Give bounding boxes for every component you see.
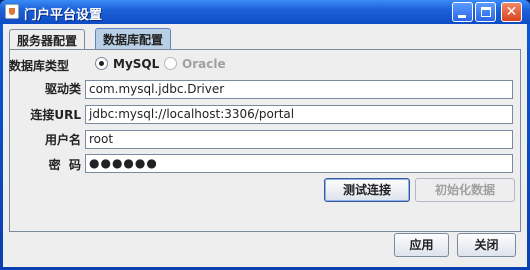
db-type-label: 数据库类型 (9, 59, 70, 73)
driver-label: 驱动类 (44, 82, 81, 96)
driver-field[interactable]: com.mysql.jdbc.Driver (85, 80, 513, 99)
init-data-button[interactable]: 初始化数据 (415, 178, 515, 202)
window-content: 服务器配置 数据库配置 数据库类型 MySQL Oracle 驱动类 com.m… (3, 24, 527, 267)
test-connection-button[interactable]: 测试连接 (324, 178, 410, 202)
window-title: 门户平台设置 (24, 8, 103, 23)
password-label: 密 码 (48, 158, 81, 172)
apply-button[interactable]: 应用 (394, 233, 449, 257)
username-field[interactable]: root (85, 130, 513, 149)
close-button[interactable]: 关闭 (457, 233, 516, 257)
tab-server-config[interactable]: 服务器配置 (9, 29, 86, 50)
minimize-button[interactable] (452, 2, 473, 22)
mysql-radio[interactable]: MySQL (95, 57, 159, 71)
radio-unchecked-icon (164, 57, 177, 70)
mysql-radio-label: MySQL (113, 57, 160, 71)
oracle-radio-label: Oracle (182, 57, 226, 71)
url-label: 连接URL (30, 108, 81, 122)
url-field[interactable]: jdbc:mysql://localhost:3306/portal (85, 105, 513, 124)
maximize-icon (481, 7, 491, 17)
java-app-icon (5, 4, 19, 19)
settings-window: 门户平台设置 ✕ 服务器配置 数据库配置 数据库类型 MySQL Oracle … (0, 0, 530, 270)
title-bar[interactable]: 门户平台设置 ✕ (0, 0, 530, 24)
maximize-button[interactable] (475, 2, 496, 22)
username-label: 用户名 (44, 133, 81, 147)
radio-checked-icon (95, 57, 108, 70)
oracle-radio[interactable]: Oracle (164, 57, 226, 71)
tab-database-config[interactable]: 数据库配置 (95, 28, 172, 50)
minimize-icon (458, 15, 466, 18)
close-window-button[interactable]: ✕ (501, 2, 522, 22)
password-field[interactable]: ●●●●●● (85, 154, 513, 173)
close-icon: ✕ (505, 4, 518, 20)
